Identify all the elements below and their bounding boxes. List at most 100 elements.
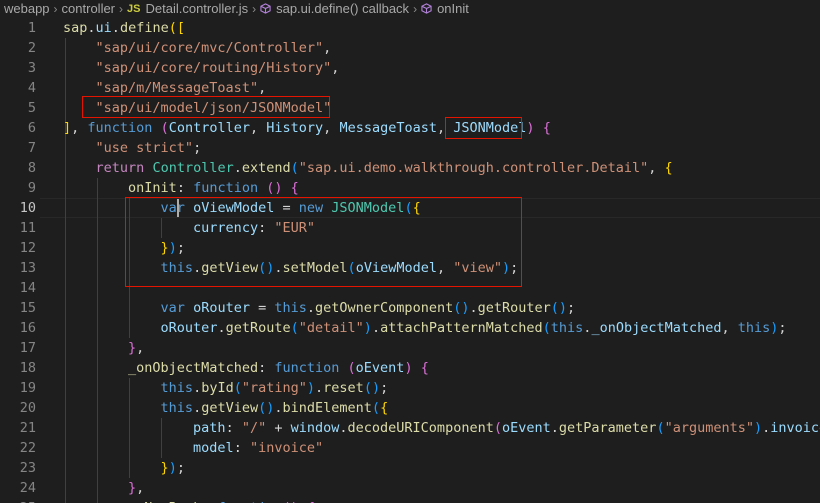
code-line[interactable]: 16 oRouter.getRoute("detail").attachPatt… xyxy=(0,318,820,338)
breadcrumb-controller[interactable]: controller xyxy=(62,1,115,16)
chevron-right-icon: › xyxy=(53,1,58,16)
line-number: 14 xyxy=(19,280,36,296)
javascript-file-icon: JS xyxy=(127,2,141,15)
breadcrumb-oninit[interactable]: onInit xyxy=(437,1,469,16)
code-token: "arguments" xyxy=(664,420,754,436)
code-token: { xyxy=(380,400,389,416)
code-text: oRouter.getRoute("detail").attachPattern… xyxy=(63,318,787,338)
code-line[interactable]: 8 return Controller.extend("sap.ui.demo.… xyxy=(0,158,820,178)
code-token: oEvent xyxy=(501,420,551,436)
code-token: decodeURIComponent xyxy=(347,420,494,436)
breadcrumb-define-callback[interactable]: sap.ui.define() callback xyxy=(276,1,409,16)
code-token: () xyxy=(550,300,568,316)
code-token: . xyxy=(193,400,202,416)
code-line[interactable]: 7 "use strict"; xyxy=(0,138,820,158)
breadcrumb-file[interactable]: Detail.controller.js xyxy=(145,1,248,16)
code-token: onInit xyxy=(128,180,177,196)
code-token: "sap/ui/core/mvc/Controller" xyxy=(95,40,324,56)
code-line[interactable]: 2 "sap/ui/core/mvc/Controller", xyxy=(0,38,820,58)
code-line[interactable]: 24 }, xyxy=(0,478,820,498)
code-line[interactable]: 9 onInit: function () { xyxy=(0,178,820,198)
code-token: "sap/m/MessageToast" xyxy=(95,80,259,96)
code-token: () xyxy=(266,180,283,196)
code-token: . xyxy=(550,420,559,436)
code-text: "use strict"; xyxy=(63,138,202,158)
code-token: . xyxy=(274,400,283,416)
code-line[interactable]: 6], function (Controller, History, Messa… xyxy=(0,118,820,138)
code-token: Controller xyxy=(152,160,234,176)
code-token: invoiceP xyxy=(770,420,820,436)
line-number: 4 xyxy=(27,80,36,96)
code-line[interactable]: 4 "sap/m/MessageToast", xyxy=(0,78,820,98)
line-number: 11 xyxy=(19,220,36,236)
line-number: 22 xyxy=(19,440,36,456)
code-line[interactable]: 23 }); xyxy=(0,458,820,478)
code-token: ] xyxy=(63,120,72,136)
line-number: 8 xyxy=(27,160,36,176)
code-line[interactable]: 1 sap.ui.define([ xyxy=(0,18,820,38)
code-token: this xyxy=(160,380,194,396)
code-token: ) xyxy=(363,320,372,336)
code-token: extend xyxy=(241,160,291,176)
code-text: model: "invoice" xyxy=(63,438,323,458)
code-token: , xyxy=(258,80,267,96)
code-token: this xyxy=(550,320,584,336)
breadcrumb-webapp[interactable]: webapp xyxy=(4,1,50,16)
code-token: function xyxy=(274,360,340,376)
code-token: define xyxy=(119,20,169,36)
code-text: return Controller.extend("sap.ui.demo.wa… xyxy=(63,158,673,178)
code-token: oEvent xyxy=(355,360,405,376)
code-token: getRoute xyxy=(225,320,291,336)
code-line[interactable]: 25 onNavBack: function() { xyxy=(0,498,820,503)
code-token: oRouter xyxy=(160,320,218,336)
code-token: path xyxy=(193,420,226,436)
code-token: "invoice" xyxy=(249,440,324,456)
code-token: getOwnerComponent xyxy=(315,300,454,316)
code-token: ( xyxy=(493,420,502,436)
breadcrumb: webapp › controller › JS Detail.controll… xyxy=(0,0,820,17)
code-token: . xyxy=(217,320,226,336)
code-line[interactable]: 22 model: "invoice" xyxy=(0,438,820,458)
code-line[interactable]: 18 _onObjectMatched: function (oEvent) { xyxy=(0,358,820,378)
code-line[interactable]: 17 }, xyxy=(0,338,820,358)
code-token: + xyxy=(266,420,291,436)
code-editor[interactable]: 1 sap.ui.define([2 "sap/ui/core/mvc/Contr… xyxy=(0,18,820,503)
code-token: getView xyxy=(201,400,259,416)
code-line[interactable]: 19 this.byId("rating").reset(); xyxy=(0,378,820,398)
line-number: 18 xyxy=(19,360,36,376)
code-line[interactable]: 21 path: "/" + window.decodeURIComponent… xyxy=(0,418,820,438)
code-token: () xyxy=(453,300,470,316)
code-token: , xyxy=(721,320,738,336)
code-token: : xyxy=(225,420,242,436)
code-line[interactable]: 3 "sap/ui/core/routing/History", xyxy=(0,58,820,78)
code-token: ( xyxy=(290,160,299,176)
code-token: , xyxy=(136,480,145,496)
code-token: ( xyxy=(656,420,665,436)
code-token: ; xyxy=(193,140,202,156)
code-token: } xyxy=(128,480,137,496)
line-number: 15 xyxy=(19,300,36,316)
chevron-right-icon: › xyxy=(119,1,124,16)
code-line[interactable]: 20 this.getView().bindElement({ xyxy=(0,398,820,418)
code-token: Controller xyxy=(168,120,250,136)
code-token: ( xyxy=(542,320,551,336)
code-line[interactable]: 15 var oRouter = this.getOwnerComponent(… xyxy=(0,298,820,318)
code-token: , xyxy=(331,60,340,76)
code-token: ; xyxy=(176,460,185,476)
code-token: this xyxy=(160,400,194,416)
code-token: . xyxy=(87,20,96,36)
code-token: ) xyxy=(754,420,763,436)
line-number: 7 xyxy=(27,140,36,156)
code-token: this xyxy=(274,300,307,316)
line-number: 20 xyxy=(19,400,36,416)
